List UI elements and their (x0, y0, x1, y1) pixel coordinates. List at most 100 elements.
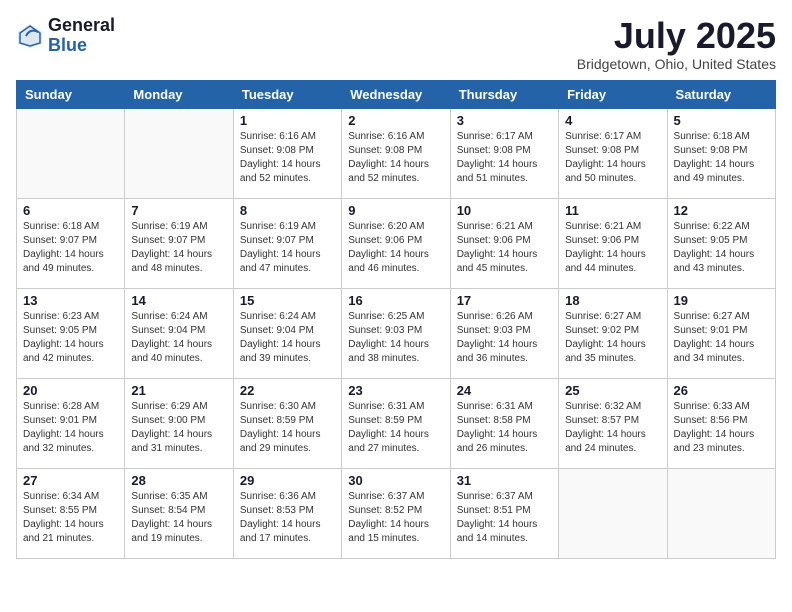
day-info: Sunrise: 6:33 AMSunset: 8:56 PMDaylight:… (674, 400, 769, 456)
day-cell-4-2: 29Sunrise: 6:36 AMSunset: 8:53 PMDayligh… (233, 468, 341, 558)
day-number: 31 (457, 473, 552, 488)
day-cell-1-4: 10 Sunrise: 6:21 AMSunset: 9:06 PMDayligh… (450, 198, 558, 288)
col-tuesday: Tuesday (233, 80, 341, 108)
day-info: Sunrise: 6:19 AMSunset: 9:07 PMDaylight:… (240, 220, 335, 276)
day-cell-2-2: 15Sunrise: 6:24 AMSunset: 9:04 PMDayligh… (233, 288, 341, 378)
day-number: 14 (131, 293, 226, 308)
logo-general-text: General (48, 16, 115, 36)
week-row-5: 27 Sunrise: 6:34 AMSunset: 8:55 PMDayligh… (17, 468, 776, 558)
page-header: General Blue July 2025 Bridgetown, Ohio,… (16, 16, 776, 72)
day-info: Sunrise: 6:27 AMSunset: 9:02 PMDaylight:… (565, 310, 660, 366)
day-cell-1-6: 12 Sunrise: 6:22 AMSunset: 9:05 PMDayligh… (667, 198, 775, 288)
col-sunday: Sunday (17, 80, 125, 108)
week-row-2: 6 Sunrise: 6:18 AMSunset: 9:07 PMDaylight… (17, 198, 776, 288)
day-number: 1 (240, 113, 335, 128)
day-cell-3-4: 24Sunrise: 6:31 AMSunset: 8:58 PMDayligh… (450, 378, 558, 468)
day-cell-1-1: 7Sunrise: 6:19 AMSunset: 9:07 PMDaylight… (125, 198, 233, 288)
day-cell-1-2: 8 Sunrise: 6:19 AMSunset: 9:07 PMDaylight… (233, 198, 341, 288)
day-cell-3-3: 23Sunrise: 6:31 AMSunset: 8:59 PMDayligh… (342, 378, 450, 468)
day-cell-1-0: 6 Sunrise: 6:18 AMSunset: 9:07 PMDaylight… (17, 198, 125, 288)
day-info: Sunrise: 6:28 AMSunset: 9:01 PMDaylight:… (23, 400, 118, 456)
day-info: Sunrise: 6:16 AMSunset: 9:08 PMDaylight:… (348, 130, 443, 186)
day-info: Sunrise: 6:17 AMSunset: 9:08 PMDaylight:… (565, 130, 660, 186)
day-cell-4-1: 28 Sunrise: 6:35 AMSunset: 8:54 PMDayligh… (125, 468, 233, 558)
location-text: Bridgetown, Ohio, United States (577, 56, 776, 72)
day-cell-3-0: 20 Sunrise: 6:28 AMSunset: 9:01 PMDayligh… (17, 378, 125, 468)
day-info: Sunrise: 6:18 AMSunset: 9:08 PMDaylight:… (674, 130, 769, 186)
day-cell-2-3: 16Sunrise: 6:25 AMSunset: 9:03 PMDayligh… (342, 288, 450, 378)
day-cell-4-4: 31Sunrise: 6:37 AMSunset: 8:51 PMDayligh… (450, 468, 558, 558)
week-row-4: 20 Sunrise: 6:28 AMSunset: 9:01 PMDayligh… (17, 378, 776, 468)
logo-icon (16, 22, 44, 50)
day-number: 21 (131, 383, 226, 398)
day-number: 13 (23, 293, 118, 308)
day-info: Sunrise: 6:21 AMSunset: 9:06 PMDaylight:… (457, 220, 552, 276)
day-info: Sunrise: 6:27 AMSunset: 9:01 PMDaylight:… (674, 310, 769, 366)
calendar-header-row: Sunday Monday Tuesday Wednesday Thursday… (17, 80, 776, 108)
day-cell-1-3: 9 Sunrise: 6:20 AMSunset: 9:06 PMDaylight… (342, 198, 450, 288)
day-number: 20 (23, 383, 118, 398)
day-info: Sunrise: 6:23 AMSunset: 9:05 PMDaylight:… (23, 310, 118, 366)
day-info: Sunrise: 6:31 AMSunset: 8:59 PMDaylight:… (348, 400, 443, 456)
day-info: Sunrise: 6:20 AMSunset: 9:06 PMDaylight:… (348, 220, 443, 276)
day-number: 2 (348, 113, 443, 128)
day-number: 6 (23, 203, 118, 218)
day-number: 3 (457, 113, 552, 128)
day-cell-0-6: 5 Sunrise: 6:18 AMSunset: 9:08 PMDaylight… (667, 108, 775, 198)
day-cell-0-5: 4 Sunrise: 6:17 AMSunset: 9:08 PMDaylight… (559, 108, 667, 198)
day-cell-4-3: 30Sunrise: 6:37 AMSunset: 8:52 PMDayligh… (342, 468, 450, 558)
col-friday: Friday (559, 80, 667, 108)
day-number: 15 (240, 293, 335, 308)
day-cell-0-0 (17, 108, 125, 198)
day-info: Sunrise: 6:21 AMSunset: 9:06 PMDaylight:… (565, 220, 660, 276)
col-thursday: Thursday (450, 80, 558, 108)
day-number: 17 (457, 293, 552, 308)
day-info: Sunrise: 6:32 AMSunset: 8:57 PMDaylight:… (565, 400, 660, 456)
day-cell-2-1: 14 Sunrise: 6:24 AMSunset: 9:04 PMDayligh… (125, 288, 233, 378)
day-number: 10 (457, 203, 552, 218)
logo-blue-text: Blue (48, 36, 115, 56)
day-number: 18 (565, 293, 660, 308)
day-cell-0-4: 3 Sunrise: 6:17 AMSunset: 9:08 PMDaylight… (450, 108, 558, 198)
day-info: Sunrise: 6:35 AMSunset: 8:54 PMDaylight:… (131, 490, 226, 546)
day-info: Sunrise: 6:18 AMSunset: 9:07 PMDaylight:… (23, 220, 118, 276)
day-number: 12 (674, 203, 769, 218)
day-number: 8 (240, 203, 335, 218)
day-number: 19 (674, 293, 769, 308)
day-number: 4 (565, 113, 660, 128)
day-number: 5 (674, 113, 769, 128)
day-info: Sunrise: 6:22 AMSunset: 9:05 PMDaylight:… (674, 220, 769, 276)
day-cell-3-1: 21 Sunrise: 6:29 AMSunset: 9:00 PMDayligh… (125, 378, 233, 468)
day-cell-3-5: 25 Sunrise: 6:32 AMSunset: 8:57 PMDayligh… (559, 378, 667, 468)
day-cell-1-5: 11 Sunrise: 6:21 AMSunset: 9:06 PMDayligh… (559, 198, 667, 288)
day-cell-2-6: 19 Sunrise: 6:27 AMSunset: 9:01 PMDayligh… (667, 288, 775, 378)
title-section: July 2025 Bridgetown, Ohio, United State… (577, 16, 776, 72)
day-cell-4-5 (559, 468, 667, 558)
day-number: 28 (131, 473, 226, 488)
logo-text: General Blue (48, 16, 115, 56)
day-info: Sunrise: 6:17 AMSunset: 9:08 PMDaylight:… (457, 130, 552, 186)
day-number: 7 (131, 203, 226, 218)
week-row-3: 13 Sunrise: 6:23 AMSunset: 9:05 PMDayligh… (17, 288, 776, 378)
day-info: Sunrise: 6:16 AMSunset: 9:08 PMDaylight:… (240, 130, 335, 186)
day-number: 26 (674, 383, 769, 398)
day-number: 9 (348, 203, 443, 218)
day-number: 16 (348, 293, 443, 308)
day-cell-0-2: 1 Sunrise: 6:16 AMSunset: 9:08 PMDaylight… (233, 108, 341, 198)
day-number: 11 (565, 203, 660, 218)
day-number: 24 (457, 383, 552, 398)
day-cell-2-4: 17Sunrise: 6:26 AMSunset: 9:03 PMDayligh… (450, 288, 558, 378)
day-info: Sunrise: 6:24 AMSunset: 9:04 PMDaylight:… (131, 310, 226, 366)
day-cell-4-0: 27 Sunrise: 6:34 AMSunset: 8:55 PMDayligh… (17, 468, 125, 558)
day-info: Sunrise: 6:29 AMSunset: 9:00 PMDaylight:… (131, 400, 226, 456)
day-cell-3-2: 22Sunrise: 6:30 AMSunset: 8:59 PMDayligh… (233, 378, 341, 468)
month-title: July 2025 (577, 16, 776, 56)
day-number: 25 (565, 383, 660, 398)
day-info: Sunrise: 6:36 AMSunset: 8:53 PMDaylight:… (240, 490, 335, 546)
day-number: 27 (23, 473, 118, 488)
day-cell-2-5: 18 Sunrise: 6:27 AMSunset: 9:02 PMDayligh… (559, 288, 667, 378)
day-cell-4-6 (667, 468, 775, 558)
day-info: Sunrise: 6:34 AMSunset: 8:55 PMDaylight:… (23, 490, 118, 546)
day-number: 30 (348, 473, 443, 488)
logo: General Blue (16, 16, 115, 56)
